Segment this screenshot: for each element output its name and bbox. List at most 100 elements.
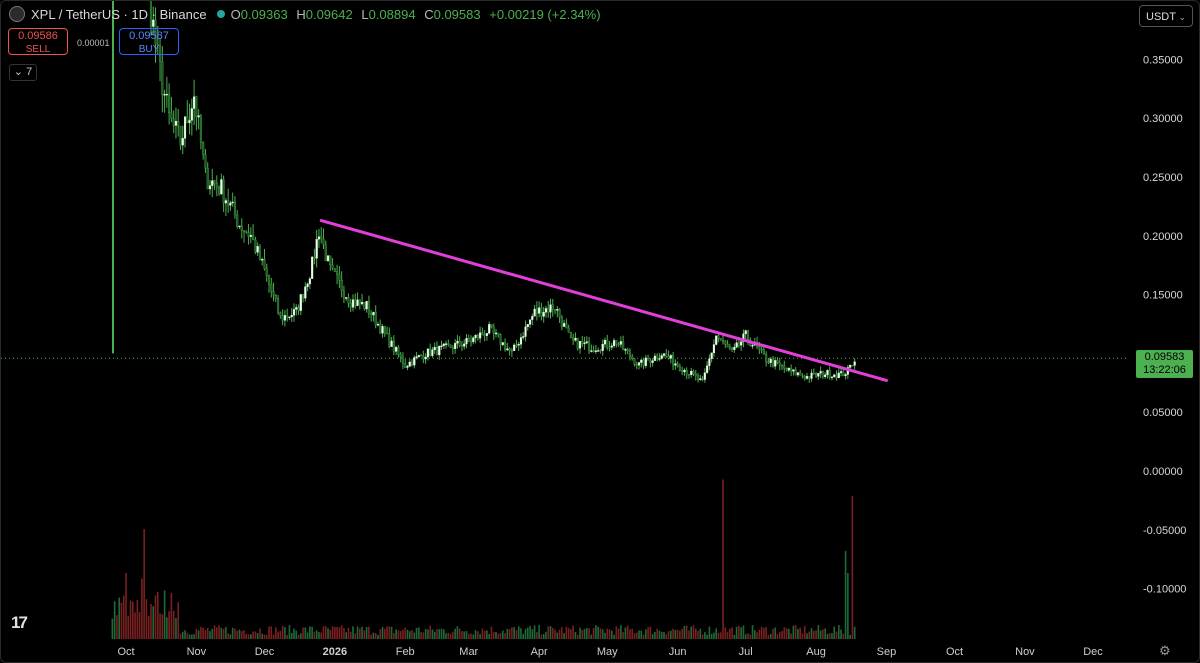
- symbol-title[interactable]: XPL / TetherUS · 1D · Binance: [31, 7, 207, 22]
- volume-bar: [197, 630, 200, 639]
- candle-body: [322, 238, 325, 245]
- candle-body: [220, 179, 223, 195]
- candle-body: [465, 338, 468, 345]
- volume-bar: [225, 626, 227, 639]
- sell-button[interactable]: 0.09586 SELL: [8, 28, 68, 55]
- close-value: 0.09583: [433, 6, 481, 22]
- volume-bar: [576, 634, 579, 639]
- candle-body: [272, 291, 275, 296]
- volume-bar: [649, 626, 652, 639]
- volume-bar: [801, 633, 804, 639]
- candle-body: [760, 349, 763, 351]
- volume-bar: [642, 634, 645, 639]
- candle-body: [363, 302, 366, 310]
- high-key: H: [296, 6, 306, 22]
- candle-body: [551, 304, 554, 310]
- volume-bar: [390, 626, 393, 639]
- volume-bar: [785, 628, 788, 639]
- volume-bar: [483, 630, 486, 639]
- candle-body: [229, 202, 232, 206]
- volume-bar: [368, 626, 370, 639]
- volume-bar: [622, 631, 624, 639]
- candle-body: [497, 332, 500, 336]
- currency-selector[interactable]: USDT ⌄: [1139, 5, 1193, 27]
- volume-bar: [175, 618, 177, 639]
- x-tick-label: Nov: [187, 646, 207, 658]
- volume-bar: [599, 628, 602, 639]
- candle-body: [715, 335, 718, 345]
- volume-bar: [665, 634, 668, 639]
- volume-bar: [772, 628, 774, 639]
- candle-body: [599, 350, 602, 352]
- volume-bar: [506, 628, 509, 639]
- candle-body: [785, 368, 788, 371]
- candle-body: [315, 239, 318, 259]
- candle-body: [351, 299, 355, 308]
- gear-icon[interactable]: ⚙: [1159, 643, 1171, 659]
- volume-bar: [147, 615, 150, 639]
- candle-body: [381, 326, 384, 334]
- candle-body: [247, 232, 250, 237]
- candle-body: [540, 307, 543, 317]
- volume-bar: [449, 633, 452, 639]
- volume-bar: [388, 626, 391, 639]
- candle-body: [401, 356, 404, 364]
- volume-bar: [688, 630, 690, 639]
- indicators-toggle[interactable]: ⌄ 7: [9, 64, 37, 81]
- volume-bar: [699, 628, 702, 639]
- volume-bar: [116, 615, 118, 639]
- volume-bar: [554, 629, 556, 639]
- volume-bar: [113, 601, 116, 639]
- candle-body: [769, 358, 772, 363]
- candle-body: [533, 308, 536, 317]
- candle-body: [556, 309, 559, 311]
- volume-bar: [340, 625, 343, 639]
- candle-body: [181, 138, 184, 146]
- candle-body: [835, 374, 838, 379]
- candle-body: [342, 290, 345, 298]
- candle-body: [647, 357, 650, 361]
- x-tick-label: Oct: [117, 646, 134, 658]
- close-key: C: [424, 6, 434, 22]
- volume-bar: [286, 634, 288, 639]
- price-chart[interactable]: 0.350000.300000.250000.200000.150000.100…: [1, 1, 1199, 662]
- volume-bar: [844, 551, 847, 639]
- volume-bar: [290, 632, 293, 639]
- candle-body: [712, 344, 715, 354]
- volume-bar: [710, 633, 713, 639]
- volume-bar: [170, 592, 173, 639]
- volume-bar: [277, 631, 279, 639]
- volume-bar: [608, 629, 611, 639]
- high-value: 0.09642: [305, 6, 353, 22]
- x-tick-label: Dec: [1083, 646, 1103, 658]
- candle-body: [326, 255, 330, 262]
- volume-bar: [370, 634, 372, 639]
- candle-body: [236, 214, 239, 227]
- volume-bar: [615, 626, 618, 639]
- buy-button[interactable]: 0.09587 BUY: [119, 28, 179, 55]
- volume-bar: [624, 627, 627, 639]
- candle-body: [463, 343, 466, 347]
- volume-bar: [708, 626, 711, 639]
- volume-bar: [352, 626, 354, 639]
- volume-bar: [758, 629, 761, 639]
- volume-bar: [508, 629, 511, 639]
- volume-bar: [349, 631, 352, 639]
- volume-bar: [311, 626, 313, 639]
- volume-bar: [492, 632, 495, 639]
- candle-body: [481, 332, 484, 335]
- volume-bar: [715, 628, 717, 639]
- volume-bar: [320, 632, 323, 639]
- volume-bar: [399, 631, 402, 639]
- candle-body: [242, 230, 246, 232]
- volume-bar: [774, 627, 777, 639]
- candle-body: [837, 372, 840, 379]
- volume-bar: [150, 603, 152, 639]
- volume-bar: [769, 633, 772, 639]
- candle-body: [165, 93, 168, 96]
- volume-bar: [240, 631, 243, 639]
- candle-body: [163, 94, 166, 96]
- y-tick-label: 0.30000: [1143, 113, 1183, 125]
- candle-body: [297, 307, 300, 311]
- candle-body: [279, 312, 282, 316]
